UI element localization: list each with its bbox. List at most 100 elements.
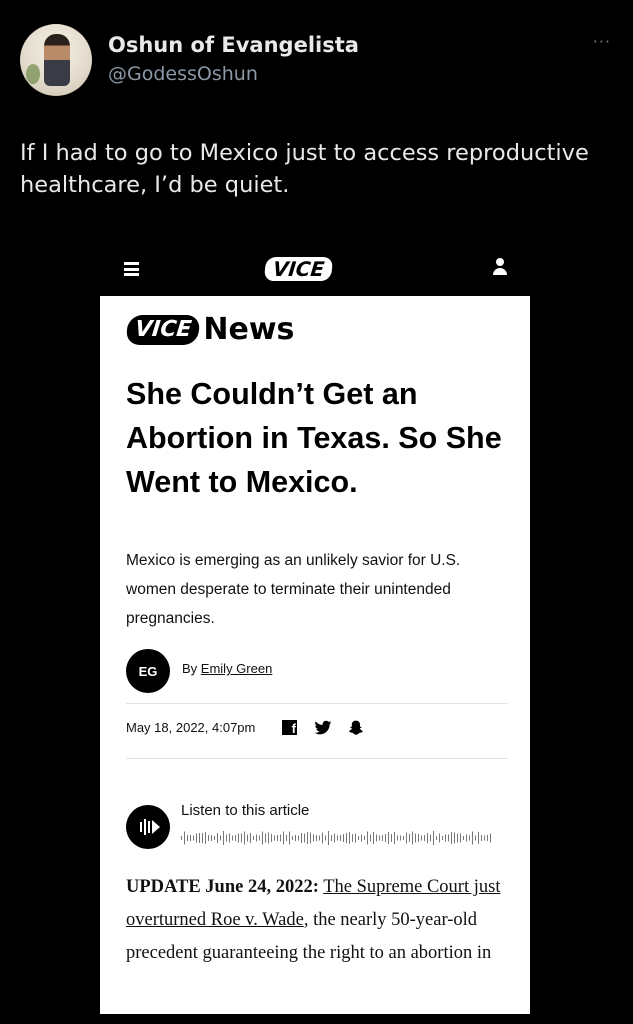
facebook-icon: f: [282, 720, 297, 736]
vice-logo: VICE: [263, 257, 334, 281]
divider: [126, 758, 508, 759]
waveform-bar: [388, 832, 389, 844]
waveform-bar: [352, 834, 353, 842]
snapchat-icon: [348, 720, 363, 735]
audio-play-icon: [140, 819, 160, 835]
article-body: UPDATE June 24, 2022: The Supreme Court …: [126, 871, 506, 970]
waveform-bar: [286, 835, 287, 841]
waveform-bar: [262, 831, 263, 845]
waveform-bar: [454, 832, 455, 844]
waveform-bar: [433, 831, 434, 845]
waveform-bar: [424, 835, 425, 841]
article-dek: Mexico is emerging as an unlikely savior…: [126, 552, 461, 627]
article-card: VICE News She Couldn’t Get an Abortion in…: [100, 296, 530, 1014]
waveform-bar: [205, 832, 206, 844]
waveform-bar: [382, 835, 383, 841]
waveform-bar: [292, 836, 293, 840]
waveform-bar: [481, 835, 482, 841]
waveform-bar: [370, 834, 371, 842]
waveform-bar: [187, 835, 188, 841]
vice-news-word: News: [203, 312, 295, 347]
waveform-bar: [478, 832, 479, 844]
byline-prefix: By: [182, 661, 198, 676]
waveform-bar: [247, 834, 248, 842]
audio-waveform: [181, 831, 491, 845]
attached-image[interactable]: VICE VICE News She Couldn’t Get an Aborti…: [100, 244, 530, 1014]
waveform-bar: [313, 834, 314, 842]
waveform-bar: [463, 836, 464, 840]
waveform-bar: [340, 835, 341, 841]
publish-date: May 18, 2022, 4:07pm: [126, 720, 256, 735]
waveform-bar: [466, 834, 467, 842]
waveform-bar: [289, 831, 290, 845]
waveform-bar: [349, 832, 350, 844]
site-top-bar: VICE: [100, 244, 530, 296]
waveform-bar: [379, 835, 380, 841]
waveform-bar: [208, 835, 209, 841]
waveform-bar: [265, 833, 266, 843]
waveform-bar: [268, 832, 269, 844]
display-name[interactable]: Oshun of Evangelista: [108, 33, 359, 57]
waveform-bar: [259, 835, 260, 841]
waveform-bar: [346, 833, 347, 843]
waveform-bar: [280, 834, 281, 842]
waveform-bar: [469, 835, 470, 841]
waveform-bar: [325, 835, 326, 841]
waveform-bar: [238, 833, 239, 843]
waveform-bar: [199, 833, 200, 843]
waveform-bar: [358, 836, 359, 840]
article-headline: She Couldn’t Get an Abortion in Texas. S…: [126, 377, 502, 499]
waveform-bar: [412, 831, 413, 845]
waveform-bar: [343, 834, 344, 842]
waveform-bar: [274, 835, 275, 841]
waveform-bar: [457, 833, 458, 843]
waveform-bar: [418, 834, 419, 842]
waveform-bar: [241, 833, 242, 843]
waveform-bar: [394, 832, 395, 844]
user-icon: [492, 258, 508, 276]
waveform-bar: [184, 831, 185, 845]
twitter-icon: [314, 720, 332, 735]
waveform-bar: [400, 835, 401, 841]
waveform-bar: [211, 835, 212, 841]
waveform-bar: [439, 833, 440, 843]
waveform-bar: [202, 833, 203, 843]
waveform-bar: [217, 833, 218, 843]
waveform-bar: [427, 833, 428, 843]
audio-play-button: [126, 805, 170, 849]
author-avatar: EG: [126, 649, 170, 693]
waveform-bar: [256, 834, 257, 842]
waveform-bar: [421, 835, 422, 841]
waveform-bar: [220, 835, 221, 841]
profile-avatar[interactable]: [20, 24, 92, 96]
user-handle[interactable]: @GodessOshun: [108, 63, 258, 85]
author-link: Emily Green: [200, 661, 273, 676]
waveform-bar: [193, 835, 194, 841]
waveform-bar: [244, 831, 245, 845]
waveform-bar: [304, 833, 305, 843]
waveform-bar: [235, 835, 236, 841]
waveform-bar: [232, 835, 233, 841]
waveform-bar: [364, 836, 365, 840]
waveform-bar: [409, 834, 410, 842]
waveform-bar: [373, 832, 374, 844]
waveform-bar: [223, 831, 224, 845]
waveform-bar: [283, 831, 284, 845]
waveform-bar: [445, 834, 446, 842]
waveform-bar: [436, 836, 437, 840]
waveform-bar: [376, 834, 377, 842]
avatar-figure: [44, 34, 70, 86]
waveform-bar: [475, 835, 476, 841]
waveform-bar: [355, 833, 356, 843]
vice-news-logo: VICE News: [125, 312, 295, 348]
waveform-bar: [430, 834, 431, 842]
waveform-bar: [460, 833, 461, 843]
more-options-icon[interactable]: ···: [593, 32, 611, 51]
waveform-bar: [196, 833, 197, 843]
waveform-bar: [250, 833, 251, 843]
tweet-text: If I had to go to Mexico just to access …: [20, 140, 589, 198]
byline: By Emily Green: [182, 661, 272, 676]
waveform-bar: [334, 833, 335, 843]
waveform-bar: [271, 834, 272, 842]
waveform-bar: [451, 832, 452, 844]
